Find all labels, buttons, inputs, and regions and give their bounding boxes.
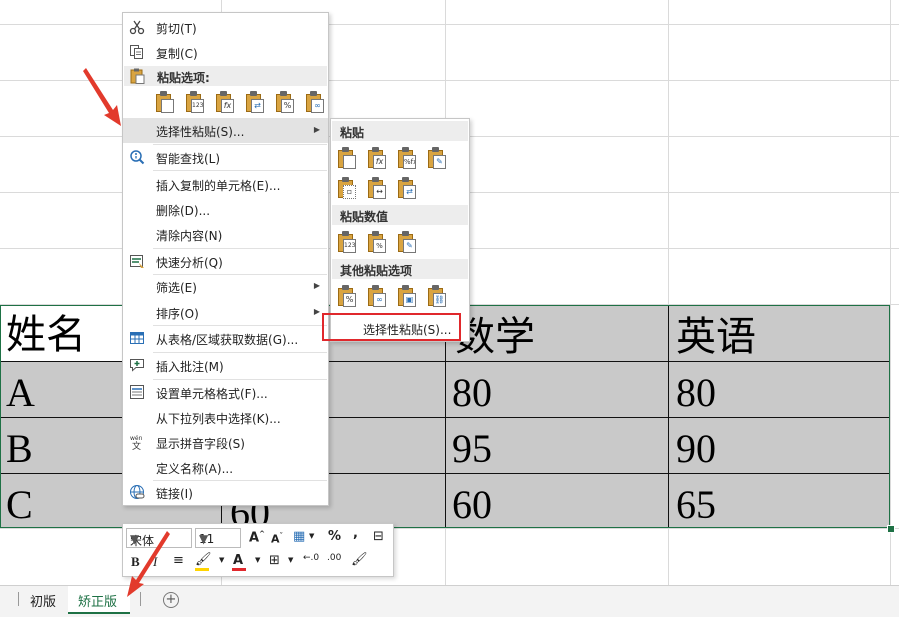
red-arrow-top xyxy=(83,68,121,126)
red-arrow-bottom xyxy=(127,531,170,597)
annotation-arrows xyxy=(83,68,170,597)
